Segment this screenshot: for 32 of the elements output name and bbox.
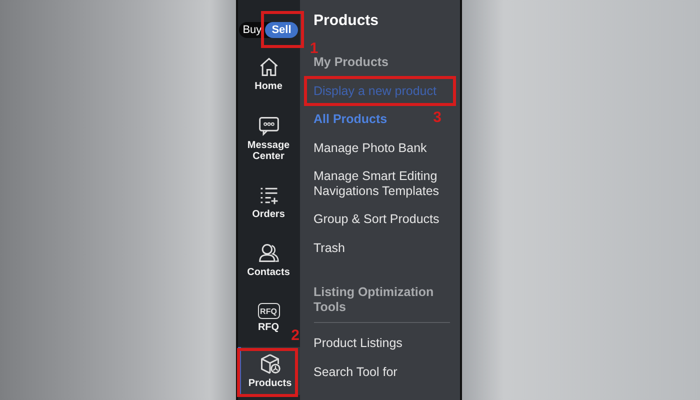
menu-item[interactable]: Listing Optimization Tools — [314, 285, 450, 314]
nav-item[interactable]: Orders — [246, 173, 290, 231]
nav-label: Orders — [252, 209, 285, 220]
highlight-frame — [236, 348, 298, 397]
house-icon — [258, 56, 280, 78]
nav-label: Home — [254, 81, 282, 92]
nav-item[interactable]: Home — [246, 45, 290, 103]
step-number: 3 — [433, 110, 442, 125]
chat-bubble-icon — [258, 114, 280, 136]
menu-item[interactable]: Search Tool for — [314, 364, 398, 379]
box-icon — [259, 353, 281, 375]
menu-item[interactable]: Trash — [314, 240, 345, 255]
nav-label: RFQ — [258, 322, 280, 333]
nav-item[interactable]: Message Center — [246, 103, 290, 173]
nav-item[interactable]: Contacts — [246, 231, 290, 289]
mode-toggle-option[interactable]: Buy — [238, 22, 265, 38]
menu-item[interactable]: Manage Photo Bank — [314, 140, 427, 155]
nav-label: Contacts — [247, 267, 290, 278]
mode-toggle-option[interactable]: Sell — [264, 22, 298, 38]
menu-item[interactable]: My Products — [314, 55, 389, 70]
nav-item[interactable]: RFQ RFQ — [246, 289, 290, 347]
nav-label: Products — [248, 378, 292, 389]
step-number: 2 — [291, 327, 300, 344]
menu-item[interactable]: Manage Smart Editing Navigations Templates — [314, 169, 450, 198]
menu-item[interactable]: Product Listings — [314, 336, 402, 350]
people-icon — [258, 242, 280, 264]
rfq-badge-icon: RFQ — [258, 303, 280, 319]
highlight-frame — [261, 11, 304, 48]
nav-label: Message Center — [246, 140, 290, 162]
menu-title: Products — [314, 12, 380, 29]
step-number: 1 — [310, 40, 318, 57]
menu-item[interactable]: Group & Sort Products — [314, 212, 440, 226]
